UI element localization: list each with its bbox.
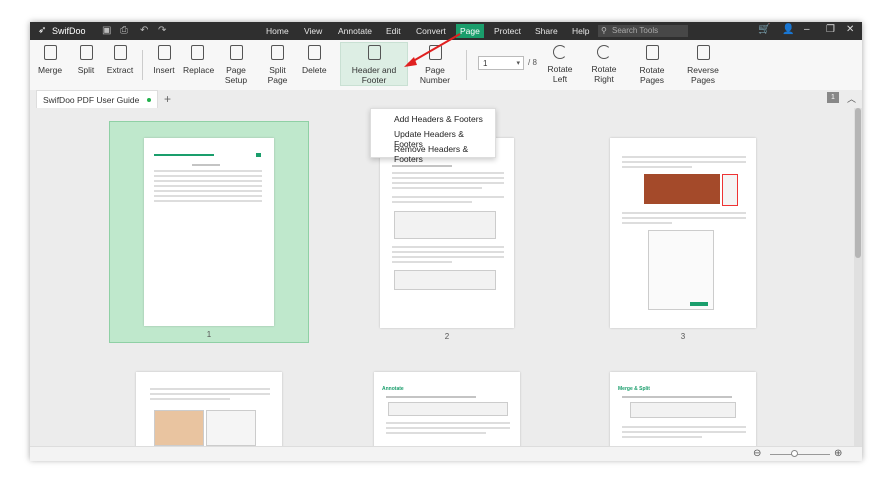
replace-page-icon [190, 45, 204, 60]
merge-button[interactable]: Merge [38, 45, 62, 75]
extract-button[interactable]: Extract [106, 45, 134, 75]
page-number-2: 2 [444, 332, 450, 341]
zoom-in-icon[interactable]: ⊕ [834, 448, 842, 459]
annotation-arrow [404, 33, 461, 67]
maximize-icon[interactable]: ❐ [826, 24, 835, 35]
close-icon[interactable]: ✕ [846, 24, 854, 35]
print-icon[interactable]: ⎙ [120, 25, 128, 36]
extract-icon [113, 45, 127, 60]
page-number-1: 1 [206, 330, 212, 339]
search-tools-input[interactable]: ⚲ Search Tools [598, 25, 688, 37]
delete-page-icon [307, 45, 321, 60]
document-tab[interactable]: SwifDoo PDF User Guide [36, 90, 158, 108]
rotate-right-icon [597, 45, 611, 59]
page-thumbnail-5[interactable]: Annotate [374, 372, 520, 446]
app-window: ➶ SwifDoo ▣ ⎙ ↶ ↷ Home View Annotate Edi… [30, 22, 862, 461]
page-thumbnail-1[interactable] [144, 138, 274, 326]
swifdoo-logo-icon: ➶ [38, 25, 47, 36]
page-number-value: 1 [483, 59, 488, 68]
menu-share[interactable]: Share [535, 26, 558, 36]
insert-label: Insert [153, 65, 175, 75]
merge-icon [43, 45, 57, 60]
split-button[interactable]: Split [75, 45, 97, 75]
zoom-slider[interactable] [770, 454, 830, 455]
page-thumbnail-4[interactable] [136, 372, 282, 446]
unsaved-indicator [147, 98, 151, 102]
extract-label: Extract [106, 65, 134, 75]
page-thumbnail-3[interactable] [610, 138, 756, 328]
zoom-out-icon[interactable]: ⊖ [753, 448, 761, 459]
header-footer-label: Header and Footer [351, 65, 397, 85]
cart-icon[interactable]: 🛒 [758, 24, 770, 35]
page-title-merge-split: Merge & Split [618, 386, 650, 392]
split-icon [79, 45, 93, 60]
rotate-left-label: Rotate Left [547, 64, 573, 84]
zoom-slider-handle[interactable] [791, 450, 798, 457]
app-name: SwifDoo [52, 26, 86, 36]
rotate-pages-button[interactable]: Rotate Pages [630, 45, 674, 85]
page-title-annotate: Annotate [382, 386, 404, 392]
header-footer-icon [367, 45, 381, 60]
reverse-pages-icon [696, 45, 710, 60]
page-number-input[interactable]: 1 ▾ [478, 56, 524, 70]
replace-button[interactable]: Replace [183, 45, 215, 75]
page-count-badge: 1 [827, 92, 839, 103]
rotate-left-icon [553, 45, 567, 59]
remove-headers-footers-item[interactable]: Remove Headers & Footers [394, 144, 495, 164]
minimize-icon[interactable]: – [804, 24, 810, 35]
merge-label: Merge [38, 65, 63, 75]
menu-view[interactable]: View [304, 26, 322, 36]
replace-label: Replace [183, 65, 215, 75]
rotate-right-button[interactable]: Rotate Right [584, 45, 624, 84]
add-headers-footers-item[interactable]: Add Headers & Footers [394, 114, 483, 124]
insert-page-icon [157, 45, 171, 60]
vertical-scrollbar[interactable] [854, 108, 862, 446]
undo-icon[interactable]: ↶ [140, 25, 148, 36]
reverse-pages-label: Reverse Pages [687, 65, 719, 85]
menu-protect[interactable]: Protect [494, 26, 521, 36]
chevron-up-icon[interactable]: ︿ [847, 92, 856, 105]
rotate-left-button[interactable]: Rotate Left [542, 45, 578, 84]
delete-button[interactable]: Delete [302, 45, 327, 75]
split-page-button[interactable]: Split Page [261, 45, 294, 85]
save-icon[interactable]: ▣ [102, 25, 111, 36]
page-total: / 8 [528, 58, 537, 67]
delete-label: Delete [302, 65, 327, 75]
reverse-pages-button[interactable]: Reverse Pages [680, 45, 726, 85]
add-tab-icon[interactable]: + [164, 92, 171, 106]
menu-home[interactable]: Home [266, 26, 289, 36]
page-thumbnail-6[interactable]: Merge & Split [610, 372, 756, 446]
page-setup-icon [229, 45, 243, 60]
split-label: Split [77, 65, 95, 75]
toolbar-divider [142, 50, 143, 80]
document-tab-label: SwifDoo PDF User Guide [43, 95, 140, 105]
menu-annotate[interactable]: Annotate [338, 26, 372, 36]
menu-help[interactable]: Help [572, 26, 589, 36]
page-thumbnail-2[interactable]: Edit [380, 138, 514, 328]
status-bar: ⊖ ⊕ [30, 446, 862, 461]
insert-button[interactable]: Insert [152, 45, 176, 75]
page-setup-button[interactable]: Page Setup [217, 45, 255, 85]
user-icon[interactable]: 👤 [782, 24, 794, 35]
redo-icon[interactable]: ↷ [158, 25, 166, 36]
rotate-pages-icon [645, 45, 659, 60]
document-tab-bar: SwifDoo PDF User Guide + 1 ︿ [30, 90, 862, 108]
split-page-label: Split Page [267, 65, 288, 85]
page-number-3: 3 [680, 332, 686, 341]
header-footer-button[interactable]: Header and Footer [340, 42, 408, 86]
search-icon: ⚲ [601, 26, 607, 35]
split-page-icon [271, 45, 284, 60]
header-footer-dropdown: Add Headers & Footers Update Headers & F… [370, 108, 496, 164]
rotate-right-label: Rotate Right [591, 64, 617, 84]
search-placeholder: Search Tools [612, 26, 659, 35]
scrollbar-thumb[interactable] [855, 108, 861, 258]
page-setup-label: Page Setup [224, 65, 248, 85]
chevron-down-icon[interactable]: ▾ [516, 57, 520, 71]
rotate-pages-label: Rotate Pages [639, 65, 665, 85]
menu-edit[interactable]: Edit [386, 26, 401, 36]
